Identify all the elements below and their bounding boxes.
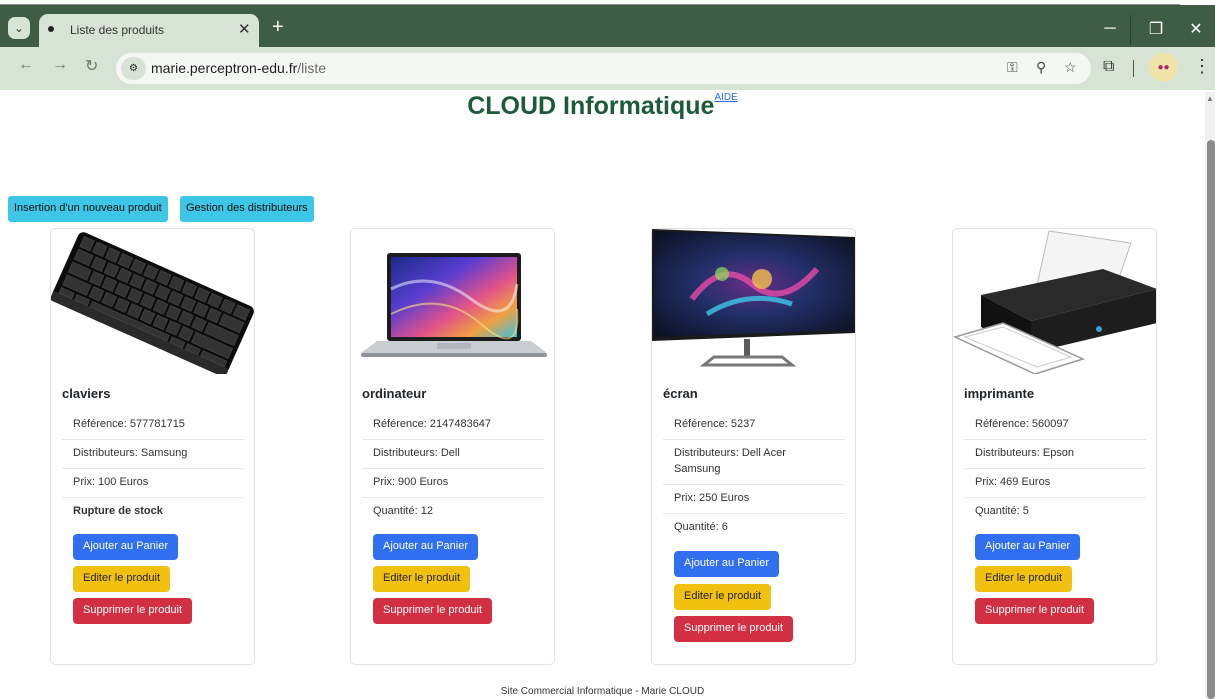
product-card: ordinateur Référence: 2147483647 Distrib… [350,228,555,665]
delete-product-button[interactable]: Supprimer le produit [975,598,1095,624]
page-footer: Site Commercial Informatique - Marie CLO… [500,686,705,697]
scrollbar-thumb[interactable] [1207,140,1215,699]
product-price: Prix: 250 Euros [663,483,845,514]
printer-image [953,230,1156,374]
product-name: imprimante [964,386,1035,401]
browser-toolbar: ← → ↻ ⚙ marie.perceptron-edu.fr/liste ⚿ … [0,47,1215,90]
address-bar[interactable]: ⚙ marie.perceptron-edu.fr/liste ⚿ ⚲ ☆ [116,53,1091,84]
product-distributors: Distributeurs: Dell Acer Samsung [663,438,845,485]
delete-product-button[interactable]: Supprimer le produit [373,598,493,624]
help-link[interactable]: AIDE [714,92,737,103]
product-distributors: Distributeurs: Epson [964,438,1146,469]
site-info-icon[interactable]: ⚙ [121,57,146,80]
edit-product-button[interactable]: Editer le produit [674,584,772,610]
window-controls-divider [1130,15,1131,45]
close-window-icon[interactable]: ✕ [1173,10,1215,48]
url-text[interactable]: marie.perceptron-edu.fr/liste [151,60,326,76]
manage-distributors-button[interactable]: Gestion des distributeurs [180,196,314,222]
product-card: claviers Référence: 577781715 Distribute… [50,228,255,665]
product-reference: Référence: 560097 [964,409,1146,440]
add-to-cart-button[interactable]: Ajouter au Panier [674,551,779,577]
product-name: ordinateur [362,386,427,401]
product-price: Prix: 469 Euros [964,467,1146,498]
product-quantity: Quantité: 5 [975,505,1029,517]
product-price: Prix: 900 Euros [362,467,544,498]
product-quantity: Quantité: 6 [674,521,728,533]
product-name: claviers [62,386,111,401]
browser-tab-bar: ⌄ Liste des produits ✕ + ─ ❐ ✕ [0,5,1215,47]
product-distributors: Distributeurs: Samsung [62,438,244,469]
delete-product-button[interactable]: Supprimer le produit [73,598,193,624]
edit-product-button[interactable]: Editer le produit [975,566,1073,592]
product-reference: Référence: 577781715 [62,409,244,440]
tab-favicon-icon [48,26,54,32]
edit-product-button[interactable]: Editer le produit [73,566,171,592]
browser-menu-icon[interactable]: ⋮ [1193,56,1211,77]
edit-product-button[interactable]: Editer le produit [373,566,471,592]
reload-icon[interactable]: ↻ [85,56,98,76]
keyboard-image [51,232,254,374]
product-reference: Référence: 2147483647 [362,409,544,440]
toolbar-divider [1133,60,1134,77]
product-card: imprimante Référence: 560097 Distributeu… [952,228,1157,665]
active-tab[interactable]: Liste des produits ✕ [39,14,259,47]
zoom-icon[interactable]: ⚲ [1036,59,1046,76]
add-to-cart-button[interactable]: Ajouter au Panier [73,534,178,560]
add-to-cart-button[interactable]: Ajouter au Panier [975,534,1080,560]
product-reference: Référence: 5237 [663,409,845,440]
tab-close-icon[interactable]: ✕ [238,20,251,38]
product-quantity: Quantité: 12 [373,505,433,517]
page-content: CLOUD InformatiqueAIDE Insertion d'un no… [0,90,1205,699]
product-stock-status: Rupture de stock [73,505,163,517]
tab-title: Liste des produits [70,23,165,37]
minimize-icon[interactable]: ─ [1087,10,1133,48]
laptop-image [361,253,547,357]
new-tab-plus-icon[interactable]: + [272,17,284,37]
insert-product-button[interactable]: Insertion d'un nouveau produit [8,196,168,222]
scroll-up-arrow-icon[interactable]: ▲ [1206,94,1214,103]
tab-search-button[interactable]: ⌄ [8,17,30,39]
product-name: écran [663,386,698,401]
back-arrow-icon[interactable]: ← [18,56,34,74]
extensions-icon[interactable]: ⧉ [1103,58,1114,76]
password-key-icon[interactable]: ⚿ [1007,59,1018,76]
monitor-image [652,229,855,367]
profile-avatar[interactable]: ●● [1149,53,1178,82]
add-to-cart-button[interactable]: Ajouter au Panier [373,534,478,560]
delete-product-button[interactable]: Supprimer le produit [674,616,794,642]
product-price: Prix: 100 Euros [62,467,244,498]
site-title: CLOUD InformatiqueAIDE [467,92,738,120]
product-distributors: Distributeurs: Dell [362,438,544,469]
forward-arrow-icon[interactable]: → [52,56,68,74]
product-card: écran Référence: 5237 Distributeurs: Del… [651,228,856,665]
bookmark-star-icon[interactable]: ☆ [1064,59,1077,76]
